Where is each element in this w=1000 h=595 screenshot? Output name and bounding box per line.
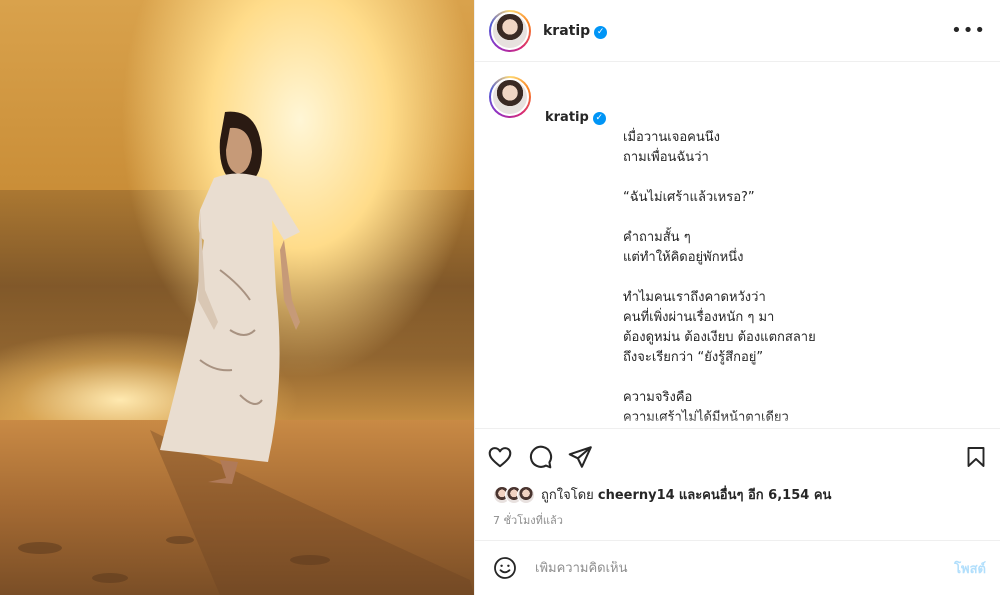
comment-input[interactable] <box>535 560 955 576</box>
action-bar <box>475 428 1000 484</box>
post-photo[interactable] <box>0 0 474 595</box>
caption-avatar[interactable] <box>489 76 531 118</box>
liker-avatar[interactable] <box>517 485 535 504</box>
caption-text: kratip ✓ เมื่อวานเจอคนนึง ถามเพื่อนฉันว่า… <box>545 76 816 428</box>
photo-woman-silhouette <box>18 111 474 595</box>
post-panel: kratip ✓ ••• kratip ✓ เมื่อวานเจอคนนึง ถาม… <box>474 0 1000 595</box>
profile-avatar[interactable] <box>489 9 531 52</box>
caption-fade <box>475 416 1000 428</box>
likes-count-link[interactable]: และคนอื่นๆ อีก 6,154 คน <box>679 488 832 503</box>
save-button[interactable] <box>964 445 988 469</box>
caption-username[interactable]: kratip <box>545 108 589 128</box>
username-text[interactable]: kratip <box>543 23 590 39</box>
instagram-post: kratip ✓ ••• kratip ✓ เมื่อวานเจอคนนึง ถาม… <box>0 0 1000 595</box>
verified-badge-icon: ✓ <box>594 25 608 39</box>
post-header: kratip ✓ ••• <box>475 0 1000 62</box>
post-timestamp[interactable]: 7 ชั่วโมงที่แล้ว <box>493 511 563 529</box>
post-comment-button[interactable]: โพสต์ <box>954 558 986 579</box>
caption-body: เมื่อวานเจอคนนึง ถามเพื่อนฉันว่า “ฉันไม่… <box>623 130 816 425</box>
profile-username[interactable]: kratip ✓ <box>543 23 608 39</box>
share-icon[interactable] <box>567 444 593 470</box>
heart-icon[interactable] <box>487 444 513 470</box>
likes-summary: ถูกใจโดย cheerny14 และคนอื่นๆ อีก 6,154 … <box>493 484 831 505</box>
comment-button[interactable] <box>527 444 553 470</box>
likes-text[interactable]: ถูกใจโดย cheerny14 และคนอื่นๆ อีก 6,154 … <box>541 484 831 505</box>
caption-area: kratip ✓ เมื่อวานเจอคนนึง ถามเพื่อนฉันว่า… <box>475 63 1000 428</box>
like-button[interactable] <box>487 444 513 470</box>
comment-icon[interactable] <box>527 444 553 470</box>
likes-user-link[interactable]: cheerny14 <box>598 488 675 503</box>
share-button[interactable] <box>567 444 593 470</box>
comment-bar: โพสต์ <box>475 540 1000 595</box>
bookmark-icon[interactable] <box>964 445 988 469</box>
likes-prefix: ถูกใจโดย <box>541 488 594 503</box>
verified-badge-icon: ✓ <box>592 111 606 125</box>
more-options-icon[interactable]: ••• <box>951 20 986 41</box>
emoji-icon[interactable] <box>493 556 517 580</box>
